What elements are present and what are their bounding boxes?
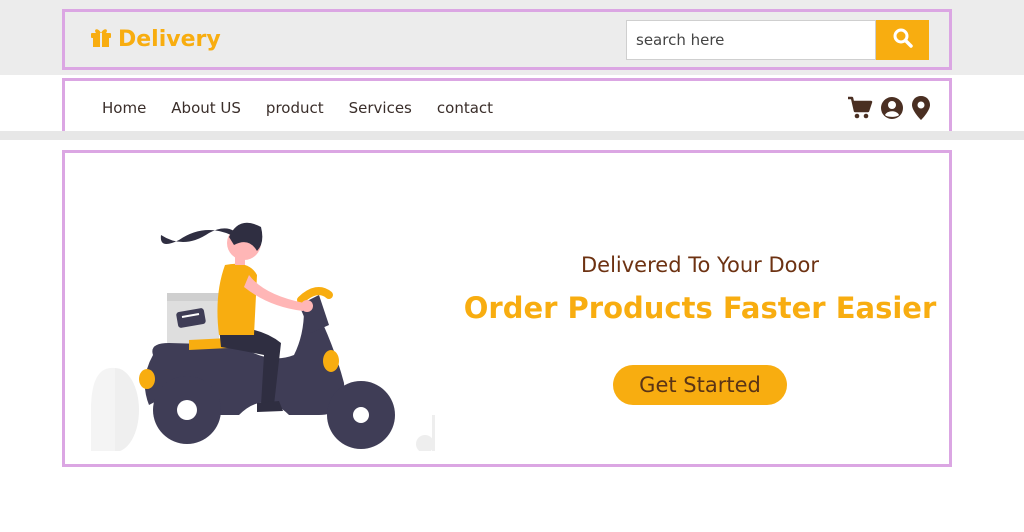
divider xyxy=(0,131,1024,140)
header: Delivery xyxy=(62,9,952,70)
cart-icon[interactable] xyxy=(847,96,873,120)
gift-icon xyxy=(89,25,113,55)
hero-text: Delivered To Your Door Order Products Fa… xyxy=(460,253,940,405)
hero-title: Order Products Faster Easier xyxy=(463,291,937,325)
search-icon xyxy=(893,28,913,52)
nav-link-product[interactable]: product xyxy=(266,99,324,117)
navbar: Home About US product Services contact xyxy=(62,78,952,138)
nav-links: Home About US product Services contact xyxy=(102,99,518,117)
logo-text: Delivery xyxy=(118,27,221,52)
search-button[interactable] xyxy=(876,19,929,60)
get-started-button[interactable]: Get Started xyxy=(613,365,787,405)
nav-link-services[interactable]: Services xyxy=(349,99,412,117)
logo[interactable]: Delivery xyxy=(89,25,221,55)
search-form xyxy=(626,19,929,60)
nav-icons xyxy=(847,95,931,121)
nav-link-home[interactable]: Home xyxy=(102,99,146,117)
hero-subtitle: Delivered To Your Door xyxy=(581,253,819,277)
user-icon[interactable] xyxy=(880,96,904,120)
location-icon[interactable] xyxy=(911,95,931,121)
search-input[interactable] xyxy=(626,19,876,60)
nav-link-contact[interactable]: contact xyxy=(437,99,493,117)
hero-section: Delivered To Your Door Order Products Fa… xyxy=(62,150,952,467)
nav-link-about[interactable]: About US xyxy=(171,99,241,117)
delivery-scooter-illustration xyxy=(89,215,435,453)
